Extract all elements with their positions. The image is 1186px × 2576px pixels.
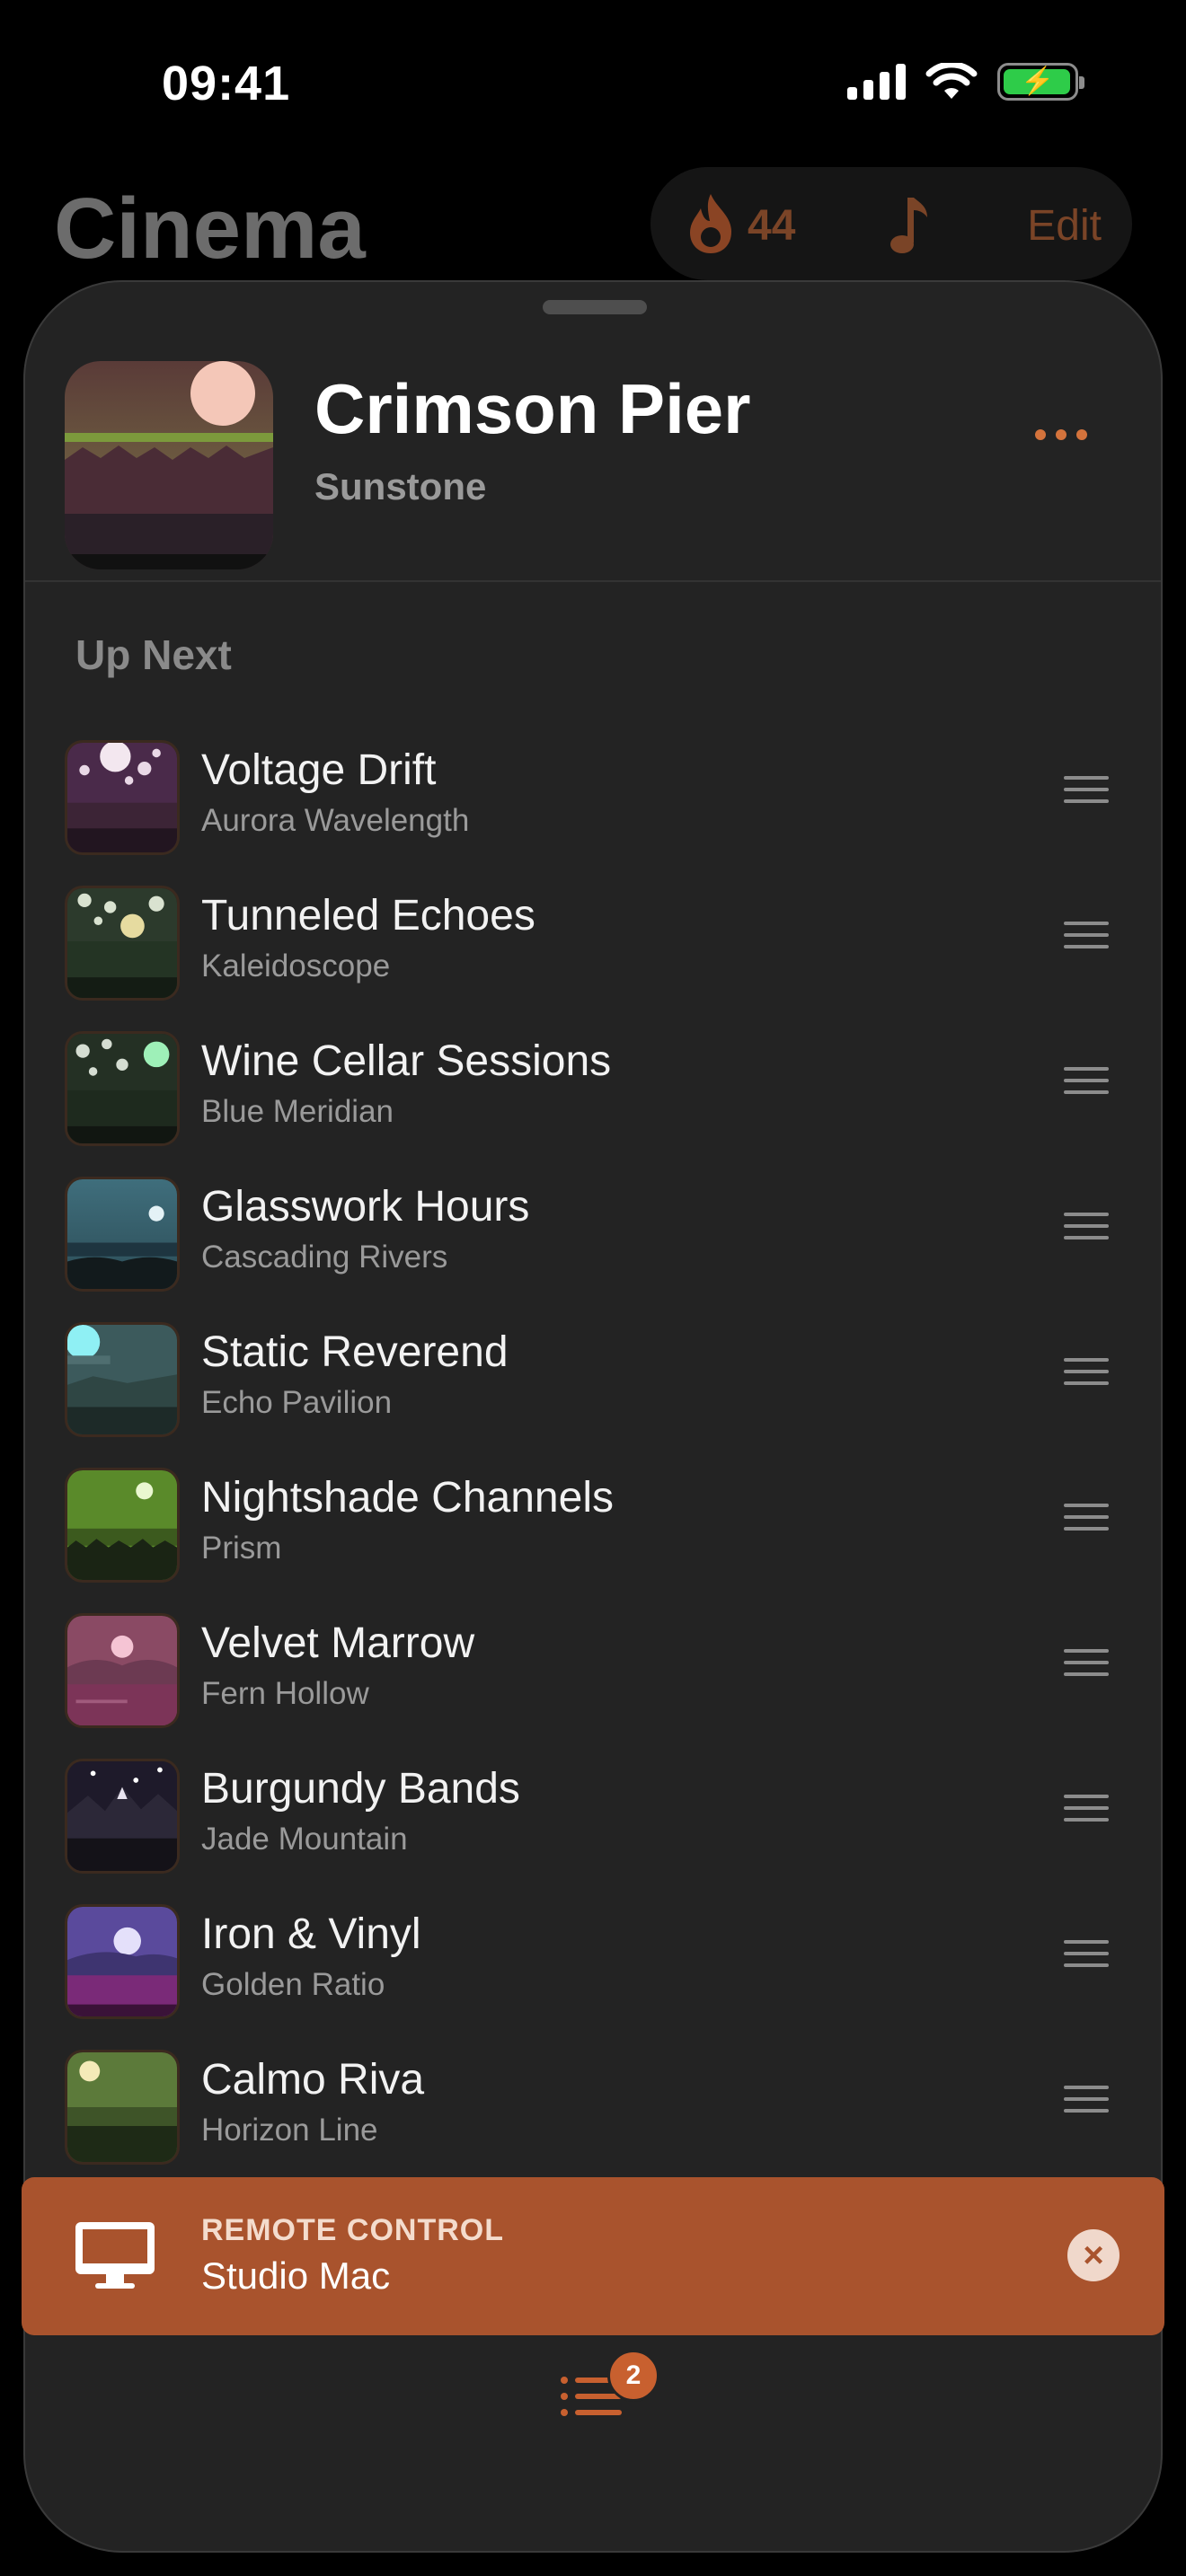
remote-device-name: Studio Mac (201, 2254, 391, 2297)
track-artwork (65, 1031, 180, 1146)
track-artist: Golden Ratio (201, 1967, 385, 2002)
track-title: Nightshade Channels (201, 1474, 614, 1522)
track-artist: Jade Mountain (201, 1822, 408, 1857)
queue-item[interactable]: Voltage Drift Aurora Wavelength (25, 728, 1161, 873)
wifi-icon (925, 63, 978, 99)
track-artwork (65, 1322, 180, 1437)
queue-item[interactable]: Glasswork Hours Cascading Rivers (25, 1164, 1161, 1310)
track-title: Voltage Drift (201, 746, 437, 794)
edit-button[interactable]: Edit (1027, 201, 1102, 251)
drag-handle-icon[interactable] (1064, 922, 1109, 948)
remote-control-banner[interactable]: REMOTE CONTROL Studio Mac × (22, 2177, 1164, 2335)
close-remote-button[interactable]: × (1067, 2229, 1120, 2281)
track-artwork (65, 886, 180, 1001)
drag-handle-icon[interactable] (1064, 1067, 1109, 1094)
queue-count-badge: 2 (607, 2350, 659, 2402)
track-artist: Blue Meridian (201, 1094, 394, 1129)
track-title: Calmo Riva (201, 2056, 425, 2104)
status-icons: ⚡ (847, 63, 1084, 101)
track-artist: Cascading Rivers (201, 1239, 448, 1275)
flame-icon[interactable] (686, 192, 735, 255)
track-artist: Prism (201, 1531, 282, 1566)
now-playing-title: Crimson Pier (314, 369, 751, 448)
queue-item[interactable]: Iron & Vinyl Golden Ratio (25, 1892, 1161, 2037)
cellular-signal-icon (847, 64, 906, 100)
track-artwork (65, 1904, 180, 2019)
remote-control-label: REMOTE CONTROL (201, 2213, 504, 2247)
divider (25, 580, 1161, 582)
track-artist: Aurora Wavelength (201, 803, 470, 838)
track-title: Wine Cellar Sessions (201, 1037, 612, 1085)
queue-item[interactable]: Nightshade Channels Prism (25, 1455, 1161, 1601)
more-options-button[interactable] (1035, 429, 1087, 440)
track-artwork (65, 1177, 180, 1292)
drag-handle-icon[interactable] (1064, 2086, 1109, 2113)
queue-item[interactable]: Wine Cellar Sessions Blue Meridian (25, 1019, 1161, 1164)
drag-handle-icon[interactable] (1064, 1795, 1109, 1822)
battery-charging-icon: ⚡ (997, 63, 1084, 101)
queue-item[interactable]: Velvet Marrow Fern Hollow (25, 1601, 1161, 1746)
track-title: Glasswork Hours (201, 1183, 530, 1231)
page-title: Cinema (54, 181, 366, 277)
header-actions: 44 Edit (651, 167, 1132, 280)
track-artwork (65, 1613, 180, 1728)
track-title: Velvet Marrow (201, 1619, 475, 1667)
track-title: Static Reverend (201, 1328, 509, 1376)
sheet-grabber[interactable] (543, 300, 647, 314)
queue-list: Voltage Drift Aurora Wavelength Tunneled… (25, 728, 1161, 2183)
track-artist: Horizon Line (201, 2113, 378, 2148)
track-artist: Echo Pavilion (201, 1385, 393, 1420)
track-artwork (65, 2050, 180, 2165)
now-playing-artwork (65, 361, 273, 569)
drag-handle-icon[interactable] (1064, 776, 1109, 803)
status-time: 09:41 (162, 57, 291, 110)
drag-handle-icon[interactable] (1064, 1940, 1109, 1967)
track-title: Burgundy Bands (201, 1765, 520, 1813)
track-artwork (65, 1468, 180, 1583)
track-artist: Fern Hollow (201, 1676, 369, 1711)
now-playing-artist: Sunstone (314, 465, 487, 507)
queue-item[interactable]: Static Reverend Echo Pavilion (25, 1310, 1161, 1455)
drag-handle-icon[interactable] (1064, 1358, 1109, 1385)
track-artist: Kaleidoscope (201, 948, 391, 984)
track-artwork (65, 740, 180, 855)
streak-count: 44 (748, 202, 796, 250)
track-title: Tunneled Echoes (201, 892, 535, 940)
track-title: Iron & Vinyl (201, 1910, 421, 1958)
queue-item[interactable]: Calmo Riva Horizon Line (25, 2037, 1161, 2183)
drag-handle-icon[interactable] (1064, 1213, 1109, 1239)
up-next-heading: Up Next (75, 631, 232, 678)
track-artwork (65, 1759, 180, 1874)
music-note-icon[interactable] (888, 194, 931, 257)
queue-item[interactable]: Tunneled Echoes Kaleidoscope (25, 873, 1161, 1019)
desktop-computer-icon (75, 2222, 155, 2289)
drag-handle-icon[interactable] (1064, 1649, 1109, 1676)
queue-item[interactable]: Burgundy Bands Jade Mountain (25, 1746, 1161, 1892)
drag-handle-icon[interactable] (1064, 1504, 1109, 1531)
